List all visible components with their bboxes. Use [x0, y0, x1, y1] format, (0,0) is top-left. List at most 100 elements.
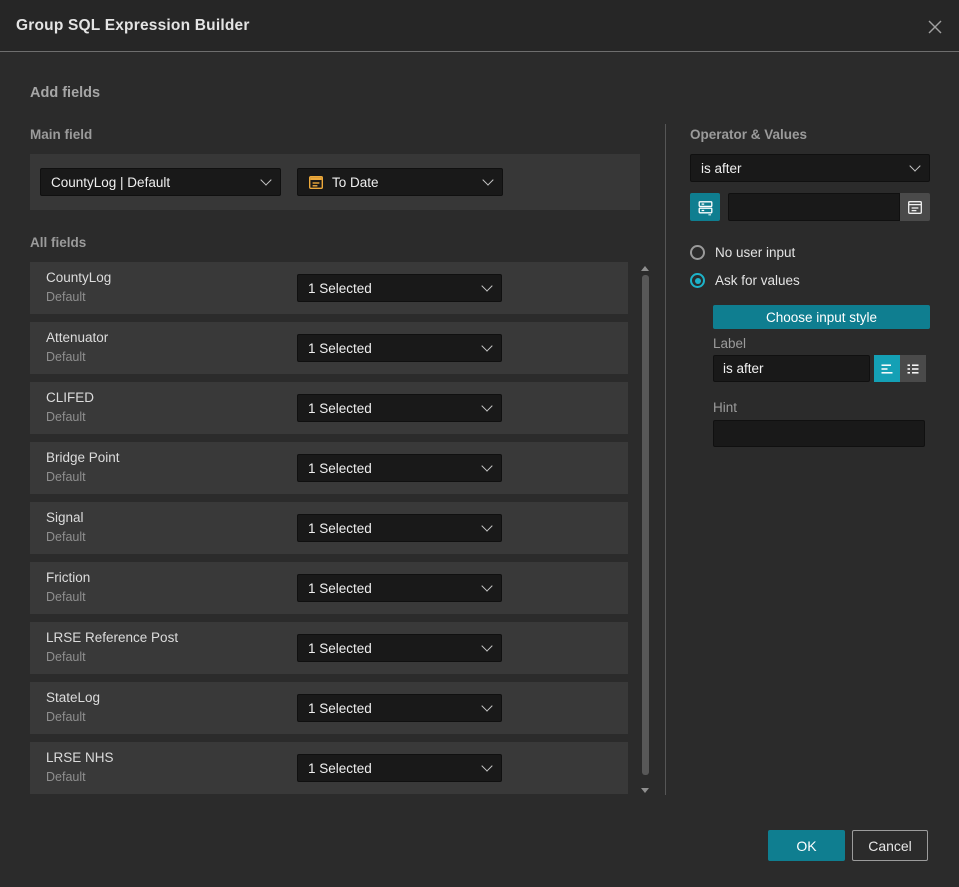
field-name: CountyLog	[46, 270, 112, 285]
field-name: LRSE NHS	[46, 750, 114, 765]
field-values-dropdown-value: 1 Selected	[308, 460, 372, 476]
input-style-toggle-group	[874, 355, 926, 382]
field-values-dropdown[interactable]: 1 Selected	[297, 274, 502, 302]
field-subtitle: Default	[46, 470, 86, 484]
chevron-down-icon	[481, 580, 493, 592]
chevron-down-icon	[260, 174, 272, 186]
cancel-button[interactable]: Cancel	[852, 830, 928, 861]
field-values-dropdown[interactable]: 1 Selected	[297, 574, 502, 602]
field-subtitle: Default	[46, 590, 86, 604]
field-subtitle: Default	[46, 650, 86, 664]
field-values-dropdown-value: 1 Selected	[308, 760, 372, 776]
chevron-down-icon	[481, 400, 493, 412]
field-name: Attenuator	[46, 330, 109, 345]
value-source-button[interactable]	[690, 193, 720, 221]
value-input[interactable]	[728, 193, 900, 221]
main-field-panel: CountyLog | Default To Date	[30, 154, 640, 210]
date-type-select[interactable]: To Date	[297, 168, 503, 196]
calendar-button[interactable]	[900, 193, 930, 221]
align-left-icon	[879, 361, 895, 377]
calendar-icon	[308, 174, 324, 190]
chevron-down-icon	[481, 640, 493, 652]
field-row: LRSE Reference Post Default 1 Selected	[30, 622, 628, 674]
field-row: Attenuator Default 1 Selected	[30, 322, 628, 374]
field-subtitle: Default	[46, 350, 86, 364]
field-values-dropdown[interactable]: 1 Selected	[297, 394, 502, 422]
hint-field-label: Hint	[713, 400, 738, 415]
field-row: StateLog Default 1 Selected	[30, 682, 628, 734]
field-values-dropdown[interactable]: 1 Selected	[297, 514, 502, 542]
chevron-down-icon	[482, 174, 494, 186]
field-values-dropdown[interactable]: 1 Selected	[297, 754, 502, 782]
operator-select[interactable]: is after	[690, 154, 930, 182]
field-values-dropdown[interactable]: 1 Selected	[297, 454, 502, 482]
scrollbar-thumb[interactable]	[642, 275, 649, 775]
field-name: Friction	[46, 570, 91, 585]
radio-ask-for-values[interactable]: Ask for values	[690, 273, 800, 288]
main-field-label: Main field	[30, 127, 93, 142]
chevron-down-icon	[481, 520, 493, 532]
field-values-dropdown-value: 1 Selected	[308, 640, 372, 656]
chevron-down-icon	[481, 340, 493, 352]
input-style-list-toggle[interactable]	[900, 355, 926, 382]
close-icon[interactable]	[925, 17, 945, 37]
field-name: Signal	[46, 510, 84, 525]
dialog-title: Group SQL Expression Builder	[16, 17, 250, 34]
input-style-text-toggle[interactable]	[874, 355, 900, 382]
group-sql-expression-builder-dialog: Group SQL Expression Builder Add fields …	[0, 0, 959, 887]
field-subtitle: Default	[46, 530, 86, 544]
ok-button[interactable]: OK	[768, 830, 845, 861]
main-field-select[interactable]: CountyLog | Default	[40, 168, 281, 196]
field-values-dropdown-value: 1 Selected	[308, 340, 372, 356]
chevron-down-icon	[481, 280, 493, 292]
field-name: LRSE Reference Post	[46, 630, 179, 645]
choose-input-style-button[interactable]: Choose input style	[713, 305, 930, 329]
radio-no-user-input-label: No user input	[715, 245, 796, 260]
stacked-rows-icon	[697, 199, 714, 216]
field-subtitle: Default	[46, 290, 86, 304]
field-values-dropdown-value: 1 Selected	[308, 580, 372, 596]
chevron-down-icon	[481, 760, 493, 772]
field-row: LRSE NHS Default 1 Selected	[30, 742, 628, 794]
chevron-down-icon	[481, 700, 493, 712]
main-field-select-value: CountyLog | Default	[51, 174, 171, 190]
field-values-dropdown-value: 1 Selected	[308, 400, 372, 416]
hint-input[interactable]	[713, 420, 925, 447]
all-fields-list: CountyLog Default 1 Selected Attenuator Defa…	[30, 262, 628, 802]
label-input[interactable]	[713, 355, 870, 382]
dialog-titlebar: Group SQL Expression Builder	[0, 0, 959, 52]
all-fields-label: All fields	[30, 235, 87, 250]
date-type-select-value: To Date	[332, 174, 379, 190]
scroll-up-icon[interactable]	[641, 266, 649, 271]
scroll-down-icon[interactable]	[641, 788, 649, 793]
panel-divider	[665, 124, 666, 795]
field-row: CountyLog Default 1 Selected	[30, 262, 628, 314]
field-subtitle: Default	[46, 410, 86, 424]
field-row: Signal Default 1 Selected	[30, 502, 628, 554]
operator-values-heading: Operator & Values	[690, 127, 808, 142]
field-subtitle: Default	[46, 710, 86, 724]
chevron-down-icon	[481, 460, 493, 472]
field-values-dropdown-value: 1 Selected	[308, 700, 372, 716]
chevron-down-icon	[909, 160, 921, 172]
radio-no-user-input[interactable]: No user input	[690, 245, 795, 260]
list-scrollbar[interactable]	[641, 262, 650, 795]
field-row: CLIFED Default 1 Selected	[30, 382, 628, 434]
field-values-dropdown-value: 1 Selected	[308, 520, 372, 536]
field-name: CLIFED	[46, 390, 95, 405]
bulleted-list-icon	[905, 361, 921, 377]
radio-selected-icon	[690, 273, 705, 288]
operator-select-value: is after	[701, 160, 742, 176]
field-values-dropdown[interactable]: 1 Selected	[297, 634, 502, 662]
radio-circle-icon	[690, 245, 705, 260]
field-values-dropdown[interactable]: 1 Selected	[297, 334, 502, 362]
radio-ask-for-values-label: Ask for values	[715, 273, 800, 288]
field-values-dropdown-value: 1 Selected	[308, 280, 372, 296]
add-fields-heading: Add fields	[30, 85, 101, 101]
field-name: Bridge Point	[46, 450, 120, 465]
field-row: Friction Default 1 Selected	[30, 562, 628, 614]
field-values-dropdown[interactable]: 1 Selected	[297, 694, 502, 722]
field-name: StateLog	[46, 690, 101, 705]
calendar-icon	[907, 199, 923, 215]
field-subtitle: Default	[46, 770, 86, 784]
